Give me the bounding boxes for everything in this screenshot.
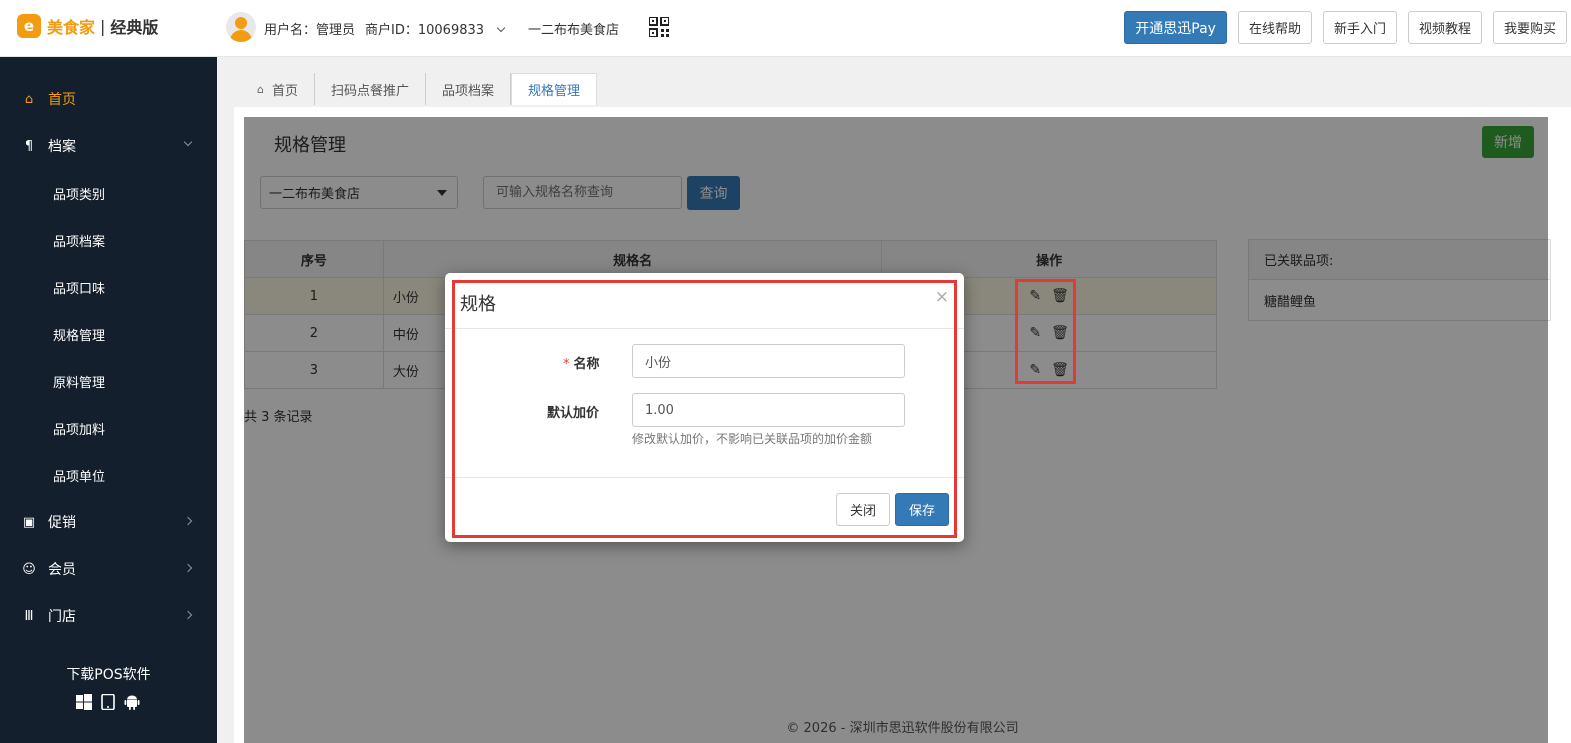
logo-name: 美食家	[47, 18, 96, 37]
chevron-down-icon	[496, 23, 506, 33]
modal-divider	[445, 328, 964, 329]
logo-separator: |	[100, 16, 106, 36]
tab-home[interactable]: ⌂ 首页	[241, 73, 315, 105]
home-icon: ⌂	[24, 91, 34, 107]
android-icon[interactable]	[124, 694, 140, 710]
open-pay-button[interactable]: 开通思迅Pay	[1124, 11, 1227, 44]
store-name-label: 一二布布美食店	[528, 23, 620, 38]
chevron-right-icon	[183, 610, 193, 620]
name-field[interactable]	[632, 344, 905, 378]
price-help-text: 修改默认加价，不影响已关联品项的加价金额	[632, 432, 873, 446]
tab-spec-management[interactable]: 规格管理	[511, 73, 598, 105]
sidebar-item-label: 首页	[48, 92, 76, 108]
modal-divider	[445, 477, 964, 478]
logo-icon: e	[17, 14, 41, 38]
gift-icon: ▣	[22, 514, 36, 530]
tab-item-archive[interactable]: 品项档案	[426, 73, 512, 105]
required-mark: *	[563, 357, 570, 372]
users-icon: ☺	[22, 561, 36, 577]
sidebar-subitem-flavor[interactable]: 品项口味	[53, 277, 105, 297]
sidebar-subitem-spec[interactable]: 规格管理	[53, 324, 105, 344]
avatar	[226, 12, 256, 42]
close-button[interactable]: 关闭	[836, 493, 890, 526]
chevron-right-icon	[183, 516, 193, 526]
user-info: 用户名：管理员 商户ID：10069833 一二布布美食店	[264, 19, 629, 38]
video-tutorial-button[interactable]: 视频教程	[1407, 11, 1482, 44]
sidebar-item-label: 门店	[48, 609, 76, 625]
sidebar-item-member[interactable]: ☺ 会员	[0, 549, 217, 589]
header-buttons: 开通思迅Pay 在线帮助 新手入门 视频教程 我要购买	[1124, 11, 1567, 44]
sidebar-item-store[interactable]: Ⅲ 门店	[0, 596, 217, 636]
bank-icon: Ⅲ	[24, 608, 34, 624]
sidebar-subitem-items[interactable]: 品项档案	[53, 230, 105, 250]
sidebar-item-promotion[interactable]: ▣ 促销	[0, 502, 217, 542]
modal-title: 规格	[460, 294, 496, 315]
top-header: e 美食家 | 经典版 用户名：管理员 商户ID：10069833 一二布布美食店 …	[0, 0, 1571, 57]
sidebar-subitem-unit[interactable]: 品项单位	[53, 465, 105, 485]
pos-download-icons	[76, 694, 140, 710]
qrcode-icon[interactable]	[649, 17, 669, 37]
tab-scan-order[interactable]: 扫码点餐推广	[315, 73, 427, 105]
chevron-down-icon	[183, 137, 193, 147]
sidebar-subitem-category[interactable]: 品项类别	[53, 183, 105, 203]
sidebar: ⌂ 首页 ¶ 档案 品项类别 品项档案 品项口味 规格管理 原料管理 品项加料 …	[0, 57, 217, 743]
buy-button[interactable]: 我要购买	[1492, 11, 1567, 44]
name-label: * 名称	[563, 357, 600, 372]
getting-started-button[interactable]: 新手入门	[1322, 11, 1397, 44]
username-label: 用户名：管理员	[264, 23, 356, 38]
sidebar-item-label: 会员	[48, 562, 76, 578]
pos-download-label: 下载POS软件	[66, 667, 151, 683]
sidebar-subitem-addon[interactable]: 品项加料	[53, 418, 105, 438]
home-icon: ⌂	[257, 82, 264, 96]
windows-icon[interactable]	[76, 694, 92, 710]
spec-modal: 规格 × *名称 默认加价 修改默认加价，不影响已关联品项的加价金额 关闭 保存	[445, 273, 964, 542]
sidebar-item-label: 促销	[48, 515, 76, 531]
logo-edition: 经典版	[110, 18, 159, 37]
sidebar-item-label: 档案	[48, 139, 76, 155]
default-price-field[interactable]	[632, 393, 905, 427]
sidebar-subitem-material[interactable]: 原料管理	[53, 371, 105, 391]
close-icon[interactable]: ×	[935, 287, 949, 307]
app-logo[interactable]: e 美食家 | 经典版	[17, 13, 158, 39]
merchant-id-dropdown[interactable]: 商户ID：10069833	[365, 23, 506, 38]
online-help-button[interactable]: 在线帮助	[1237, 11, 1312, 44]
sidebar-item-home[interactable]: ⌂ 首页	[0, 79, 217, 119]
tablet-icon[interactable]	[100, 694, 116, 710]
cutlery-icon: ¶	[24, 138, 34, 154]
save-button[interactable]: 保存	[895, 493, 949, 526]
chevron-right-icon	[183, 563, 193, 573]
sidebar-item-archive[interactable]: ¶ 档案	[0, 126, 217, 166]
tab-bar: ⌂ 首页 扫码点餐推广 品项档案 规格管理	[241, 73, 598, 105]
price-label: 默认加价	[547, 406, 600, 421]
